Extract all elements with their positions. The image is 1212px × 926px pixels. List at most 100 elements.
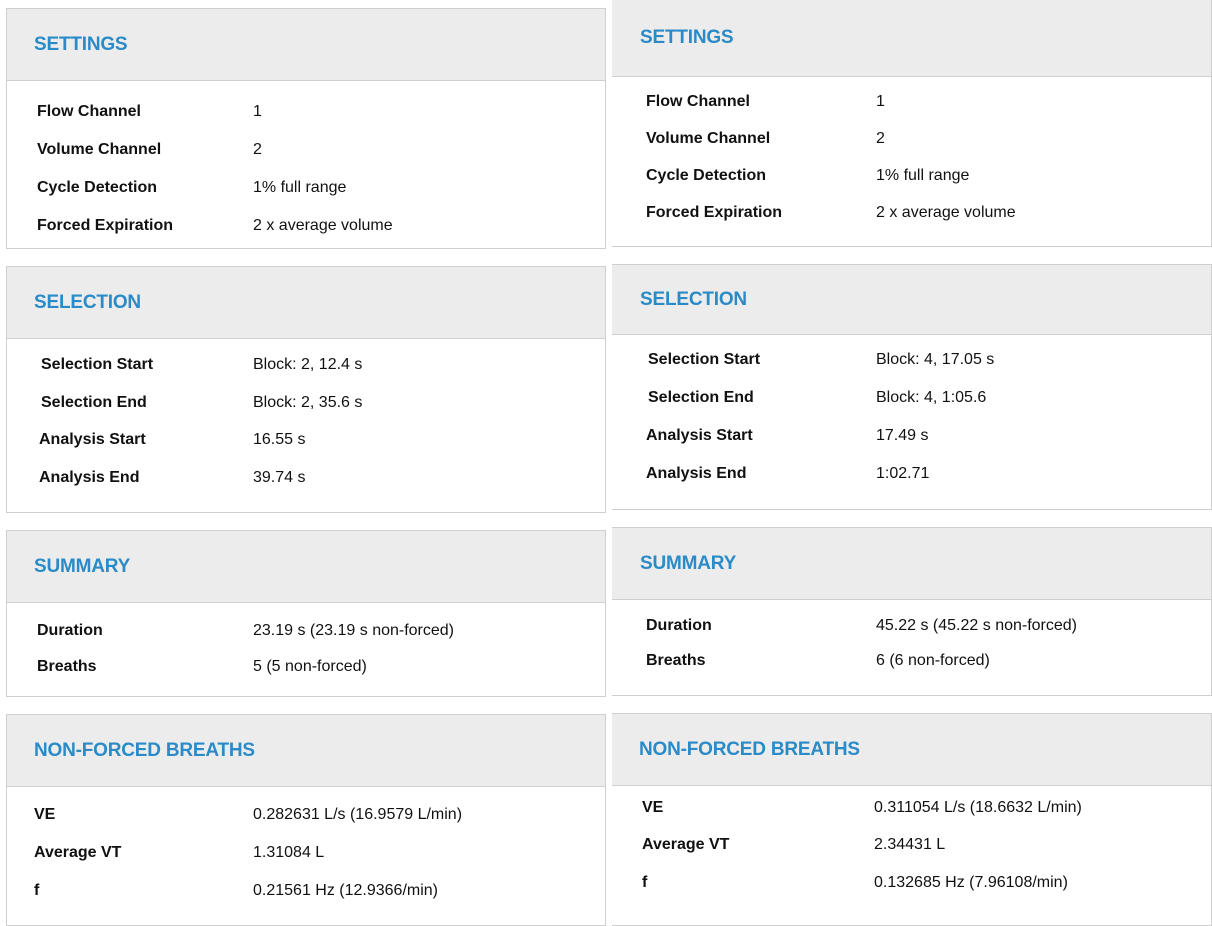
- settings-row: Volume Channel 2: [7, 135, 605, 165]
- selection-panel: SELECTION Selection Start Block: 2, 12.4…: [6, 266, 606, 513]
- row-value: 1: [253, 103, 262, 120]
- left-column: SETTINGS Flow Channel 1 Volume Channel 2…: [6, 0, 606, 926]
- row-label: Analysis Start: [39, 431, 146, 448]
- non-forced-breaths-row: Average VT 1.31084 L: [7, 838, 605, 868]
- panel-title: NON-FORCED BREATHS: [639, 738, 860, 760]
- row-label: VE: [34, 806, 56, 823]
- row-label: f: [642, 874, 648, 891]
- selection-row: Analysis Start 16.55 s: [7, 425, 605, 455]
- summary-row: Breaths 5 (5 non-forced): [7, 652, 605, 682]
- row-value: 45.22 s (45.22 s non-forced): [876, 617, 1078, 634]
- summary-panel: SUMMARY Duration 23.19 s (23.19 s non-fo…: [6, 530, 606, 697]
- row-label: VE: [642, 799, 664, 816]
- row-value: 6 (6 non-forced): [876, 652, 990, 669]
- summary-panel: SUMMARY Duration 45.22 s (45.22 s non-fo…: [612, 527, 1212, 696]
- row-label: Flow Channel: [37, 103, 141, 120]
- selection-row: Analysis Start 17.49 s: [612, 421, 1211, 451]
- non-forced-breaths-header: NON-FORCED BREATHS: [7, 715, 605, 787]
- panel-title: SUMMARY: [640, 552, 737, 574]
- panel-title: SELECTION: [640, 288, 747, 310]
- row-label: Selection Start: [41, 356, 154, 373]
- summary-row: Breaths 6 (6 non-forced): [612, 646, 1211, 676]
- row-label: Analysis End: [39, 469, 140, 486]
- non-forced-breaths-row: f 0.132685 Hz (7.96108/min): [612, 868, 1211, 898]
- selection-row: Selection Start Block: 4, 17.05 s: [612, 345, 1211, 375]
- row-value: 2.34431 L: [874, 836, 946, 853]
- non-forced-breaths-header: NON-FORCED BREATHS: [612, 714, 1211, 786]
- settings-row: Flow Channel 1: [7, 97, 605, 127]
- row-label: Analysis End: [646, 465, 747, 482]
- settings-header: SETTINGS: [7, 9, 605, 81]
- row-value: 17.49 s: [876, 427, 929, 444]
- non-forced-breaths-row: f 0.21561 Hz (12.9366/min): [7, 876, 605, 906]
- row-value: Block: 2, 35.6 s: [253, 394, 363, 411]
- selection-header: SELECTION: [7, 267, 605, 339]
- settings-row: Forced Expiration 2 x average volume: [7, 211, 605, 241]
- non-forced-breaths-panel: NON-FORCED BREATHS VE 0.311054 L/s (18.6…: [612, 713, 1212, 926]
- panel-title: SETTINGS: [640, 27, 734, 48]
- row-value: 0.21561 Hz (12.9366/min): [253, 882, 438, 899]
- row-value: 0.132685 Hz (7.96108/min): [874, 874, 1068, 891]
- selection-row: Analysis End 1:02.71: [612, 459, 1211, 489]
- panel-title: NON-FORCED BREATHS: [34, 739, 255, 761]
- row-value: 0.282631 L/s (16.9579 L/min): [253, 806, 463, 823]
- selection-row: Selection End Block: 2, 35.6 s: [7, 388, 605, 418]
- non-forced-breaths-row: Average VT 2.34431 L: [612, 830, 1211, 860]
- row-label: Analysis Start: [646, 427, 753, 444]
- row-value: 1:02.71: [876, 465, 930, 482]
- row-label: Average VT: [34, 844, 122, 861]
- row-value: 5 (5 non-forced): [253, 658, 367, 675]
- row-value: 2 x average volume: [876, 204, 1016, 221]
- summary-row: Duration 23.19 s (23.19 s non-forced): [7, 616, 605, 646]
- selection-row: Analysis End 39.74 s: [7, 463, 605, 493]
- row-value: 2 x average volume: [253, 217, 393, 234]
- summary-header: SUMMARY: [7, 531, 605, 603]
- settings-row: Forced Expiration 2 x average volume: [612, 198, 1211, 228]
- selection-panel: SELECTION Selection Start Block: 4, 17.0…: [612, 264, 1212, 510]
- selection-row: Selection End Block: 4, 1:05.6: [612, 383, 1211, 413]
- settings-panel: SETTINGS Flow Channel 1 Volume Channel 2…: [6, 8, 606, 249]
- row-label: Breaths: [646, 652, 706, 669]
- row-value: 2: [876, 130, 885, 147]
- row-label: Breaths: [37, 658, 97, 675]
- non-forced-breaths-panel: NON-FORCED BREATHS VE 0.282631 L/s (16.9…: [6, 714, 606, 926]
- non-forced-breaths-row: VE 0.311054 L/s (18.6632 L/min): [612, 793, 1211, 823]
- row-label: Flow Channel: [646, 93, 750, 110]
- summary-row: Duration 45.22 s (45.22 s non-forced): [612, 611, 1211, 641]
- row-value: 16.55 s: [253, 431, 306, 448]
- settings-panel: SETTINGS Flow Channel 1 Volume Channel 2…: [612, 0, 1212, 247]
- non-forced-breaths-row: VE 0.282631 L/s (16.9579 L/min): [7, 800, 605, 830]
- settings-row: Flow Channel 1: [612, 87, 1211, 117]
- selection-row: Selection Start Block: 2, 12.4 s: [7, 350, 605, 380]
- row-label: Selection Start: [648, 351, 761, 368]
- row-value: Block: 2, 12.4 s: [253, 356, 363, 373]
- panel-title: SETTINGS: [34, 33, 128, 55]
- row-label: Duration: [646, 617, 712, 634]
- row-value: Block: 4, 17.05 s: [876, 351, 995, 368]
- row-label: Volume Channel: [646, 130, 771, 147]
- row-label: Cycle Detection: [37, 179, 158, 196]
- row-label: Forced Expiration: [37, 217, 174, 234]
- row-label: Average VT: [642, 836, 730, 853]
- row-value: 1% full range: [253, 179, 347, 196]
- row-value: 1% full range: [876, 167, 970, 184]
- row-label: Selection End: [648, 389, 754, 406]
- row-value: 39.74 s: [253, 469, 306, 486]
- panel-title: SUMMARY: [34, 555, 131, 577]
- row-label: Selection End: [41, 394, 147, 411]
- row-value: 2: [253, 141, 262, 158]
- settings-header: SETTINGS: [612, 0, 1211, 77]
- settings-row: Cycle Detection 1% full range: [7, 173, 605, 203]
- row-label: Forced Expiration: [646, 204, 783, 221]
- row-value: 1: [876, 93, 885, 110]
- row-label: Volume Channel: [37, 141, 162, 158]
- panel-title: SELECTION: [34, 291, 141, 313]
- summary-header: SUMMARY: [612, 528, 1211, 600]
- row-label: f: [34, 882, 40, 899]
- row-value: Block: 4, 1:05.6: [876, 389, 987, 406]
- row-label: Cycle Detection: [646, 167, 767, 184]
- row-label: Duration: [37, 622, 103, 639]
- settings-row: Volume Channel 2: [612, 124, 1211, 154]
- row-value: 0.311054 L/s (18.6632 L/min): [874, 799, 1082, 816]
- right-column: SETTINGS Flow Channel 1 Volume Channel 2…: [612, 0, 1212, 926]
